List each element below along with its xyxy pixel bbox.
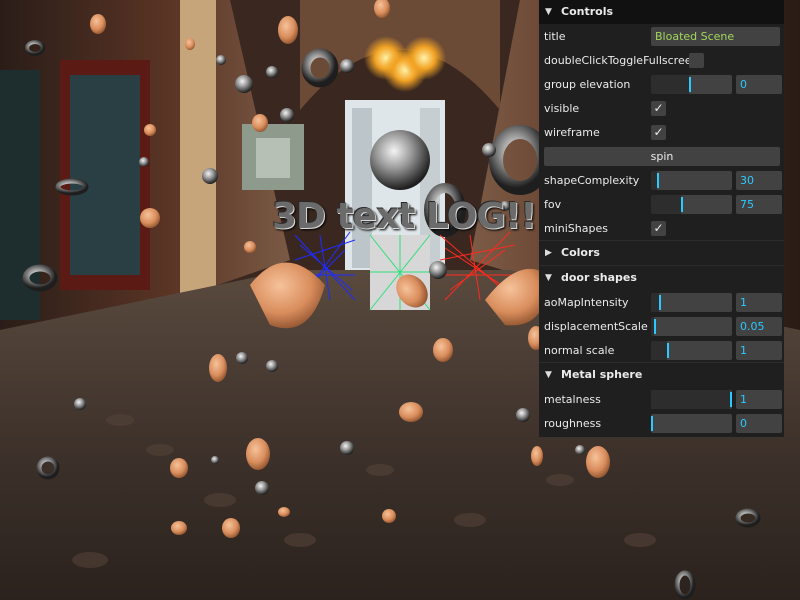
metalness-input[interactable]: 1: [736, 389, 782, 409]
visible-control: visible ✓: [539, 96, 784, 120]
colors-title: Colors: [561, 246, 600, 259]
shape-complexity-label: shapeComplexity: [544, 173, 640, 187]
displacement-scale-control: displacementScale 0.05: [539, 314, 784, 338]
door-shapes-folder-header[interactable]: ▼ door shapes: [539, 265, 784, 290]
roughness-slider[interactable]: [651, 413, 732, 433]
fov-label: fov: [544, 197, 562, 211]
controls-panel: ▼ Controls title Bloated Scene doubleCli…: [539, 0, 784, 437]
check-icon: ✓: [653, 220, 664, 235]
title-label: title: [544, 29, 566, 43]
displacement-scale-input[interactable]: 0.05: [736, 316, 782, 336]
normal-scale-slider[interactable]: [651, 340, 732, 360]
check-icon: ✓: [653, 100, 664, 115]
check-icon: ✓: [653, 124, 664, 139]
fov-control: fov 75: [539, 192, 784, 216]
caret-down-icon: ▼: [545, 273, 552, 283]
spin-button[interactable]: spin: [544, 146, 780, 166]
metalness-slider[interactable]: [651, 389, 732, 409]
metal-sphere: [370, 130, 430, 190]
shape-complexity-input[interactable]: 30: [736, 170, 782, 190]
group-elevation-slider[interactable]: [651, 74, 732, 94]
mini-shapes-control: miniShapes ✓: [539, 216, 784, 240]
caret-right-icon: ▶: [545, 248, 552, 258]
normal-scale-input[interactable]: 1: [736, 340, 782, 360]
spin-control: spin: [539, 144, 784, 168]
caret-down-icon: ▼: [545, 370, 552, 380]
metal-sphere-folder-header[interactable]: ▼ Metal sphere: [539, 362, 784, 387]
double-click-fullscreen-label: doubleClickToggleFullscreen: [544, 53, 689, 67]
fov-slider[interactable]: [651, 194, 732, 214]
group-elevation-label: group elevation: [544, 77, 631, 91]
visible-checkbox[interactable]: ✓: [651, 100, 666, 116]
fov-input[interactable]: 75: [736, 194, 782, 214]
controls-title: Controls: [561, 5, 614, 18]
slider-handle[interactable]: [654, 318, 656, 334]
metalness-label: metalness: [544, 392, 601, 406]
slider-handle[interactable]: [659, 294, 661, 310]
roughness-label: roughness: [544, 416, 602, 430]
slider-handle[interactable]: [681, 196, 683, 212]
double-click-fullscreen-checkbox[interactable]: [689, 52, 704, 68]
door-shapes-title: door shapes: [561, 271, 637, 284]
displacement-scale-slider[interactable]: [651, 316, 732, 336]
group-elevation-control: group elevation 0: [539, 72, 784, 96]
3d-text: 3D text LOG!!: [272, 196, 537, 237]
roughness-input[interactable]: 0: [736, 413, 782, 433]
wireframe-checkbox[interactable]: ✓: [651, 124, 666, 140]
slider-handle[interactable]: [689, 76, 691, 92]
visible-label: visible: [544, 101, 580, 115]
shape-complexity-slider[interactable]: [651, 170, 732, 190]
normal-scale-label: normal scale: [544, 343, 615, 357]
controls-folder-header[interactable]: ▼ Controls: [539, 0, 784, 24]
group-elevation-input[interactable]: 0: [736, 74, 782, 94]
slider-handle[interactable]: [651, 415, 653, 431]
mini-shapes-label: miniShapes: [544, 221, 608, 235]
slider-handle[interactable]: [657, 172, 659, 188]
shape-complexity-control: shapeComplexity 30: [539, 168, 784, 192]
displacement-scale-label: displacementScale: [544, 319, 648, 333]
wireframe-label: wireframe: [544, 125, 600, 139]
ao-map-intensity-slider[interactable]: [651, 292, 732, 312]
title-control: title Bloated Scene: [539, 24, 784, 48]
wireframe-control: wireframe ✓: [539, 120, 784, 144]
slider-handle[interactable]: [667, 342, 669, 358]
ao-map-intensity-input[interactable]: 1: [736, 292, 782, 312]
mini-shapes-checkbox[interactable]: ✓: [651, 220, 666, 236]
title-input[interactable]: Bloated Scene: [651, 26, 780, 46]
metalness-control: metalness 1: [539, 387, 784, 411]
slider-handle[interactable]: [730, 391, 732, 407]
roughness-control: roughness 0: [539, 411, 784, 437]
caret-down-icon: ▼: [545, 7, 552, 17]
ao-map-intensity-control: aoMapIntensity 1: [539, 290, 784, 314]
metal-sphere-title: Metal sphere: [561, 368, 643, 381]
double-click-fullscreen-control: doubleClickToggleFullscreen: [539, 48, 784, 72]
normal-scale-control: normal scale 1: [539, 338, 784, 362]
ao-map-intensity-label: aoMapIntensity: [544, 295, 629, 309]
colors-folder-header[interactable]: ▶ Colors: [539, 240, 784, 265]
